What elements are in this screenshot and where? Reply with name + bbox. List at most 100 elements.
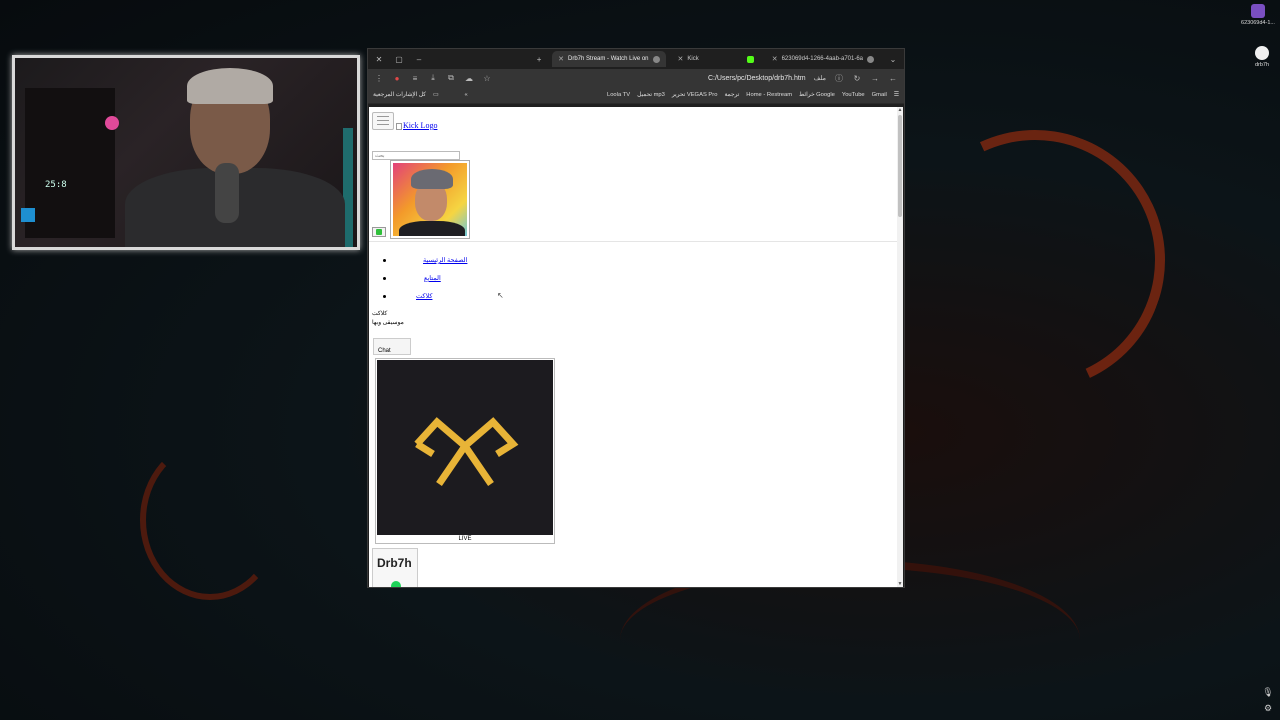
kick-logo-alt: Kick Logo — [403, 121, 438, 130]
tab-title: Kick — [687, 56, 699, 62]
avatar-hair — [411, 169, 453, 189]
streamer-name: Drb7h — [377, 556, 412, 570]
file-label: ملف — [813, 75, 826, 82]
download-icon[interactable]: ⤓ — [428, 73, 438, 83]
close-window-icon[interactable]: ✕ — [372, 55, 386, 64]
extension-icon[interactable]: ● — [392, 74, 402, 83]
search-input[interactable] — [372, 151, 460, 160]
avatar-image — [393, 163, 467, 236]
tab-download[interactable]: ✕ 623069d4-1266-4aab-a701-6a — [766, 51, 880, 67]
html-file-icon — [1255, 46, 1269, 60]
tab-bar: ✕ ▢ – + ✕ Drb7h Stream - Watch Live on ✕… — [368, 49, 904, 69]
section-subtitle: موسيقى وبها — [372, 320, 404, 326]
nav-link-clips[interactable]: كلاكت — [416, 292, 432, 300]
nav-item-clips: كلاكت — [369, 289, 569, 307]
nav-link-home[interactable]: الصفحة الرئيسية — [423, 256, 467, 264]
globe-icon — [652, 55, 660, 63]
bookmark-mp3[interactable]: تحميل mp3 — [637, 92, 665, 98]
tab-kick[interactable]: ✕ Kick — [672, 51, 760, 67]
bookmark-loola[interactable]: Loola TV — [607, 92, 630, 98]
stream-card[interactable]: LIVE — [375, 358, 555, 544]
divider — [369, 241, 897, 242]
back-icon[interactable]: ← — [888, 74, 898, 83]
blue-light — [21, 208, 35, 222]
desktop-icon-label: drb7h — [1254, 62, 1270, 68]
desktop-icon-drb7h[interactable]: drb7h — [1240, 46, 1280, 68]
kick-icon — [376, 229, 382, 235]
avatar-shirt — [399, 221, 465, 236]
nav-link-following[interactable]: المتابع — [424, 274, 441, 282]
stream-thumbnail — [377, 360, 553, 535]
kick-button[interactable] — [372, 227, 386, 237]
playlist-icon[interactable]: ≡ — [410, 74, 420, 83]
forward-icon[interactable]: → — [870, 74, 880, 83]
mouse-cursor-icon: ↖ — [497, 291, 504, 300]
online-status-dot — [391, 581, 401, 587]
browser-window: ✕ ▢ – + ✕ Drb7h Stream - Watch Live on ✕… — [367, 48, 905, 588]
close-tab-icon[interactable]: ✕ — [772, 55, 778, 63]
info-icon[interactable]: ⓘ — [834, 73, 844, 84]
tab-title: Drb7h Stream - Watch Live on — [568, 56, 649, 62]
section-title: كلاكت — [372, 311, 388, 317]
live-label: LIVE — [458, 536, 472, 542]
background-glow — [868, 93, 1202, 427]
background-glow — [140, 440, 280, 600]
kick-icon — [746, 55, 754, 63]
broken-image-icon — [396, 122, 402, 130]
page-scrollbar[interactable]: ▲ ▼ — [897, 107, 903, 587]
folder-icon: ▭ — [432, 92, 439, 98]
scrollbar-thumb[interactable] — [898, 115, 902, 217]
bookmark-youtube[interactable]: YouTube — [842, 92, 865, 98]
chat-button[interactable]: Chat — [373, 338, 411, 355]
bookmark-vegas[interactable]: تحرير VEGAS Pro — [672, 92, 718, 98]
background-shelf — [25, 88, 115, 238]
settings-icon[interactable]: ⚙ — [1262, 700, 1274, 716]
extensions-puzzle-icon[interactable]: ⧉ — [446, 73, 456, 83]
desk-clock: 25:8 — [45, 180, 67, 190]
webcam-overlay: 25:8 — [12, 55, 360, 250]
address-bar[interactable]: C:/Users/pc/Desktop/drb7h.htm — [500, 75, 806, 82]
close-tab-icon[interactable]: ✕ — [678, 55, 684, 63]
streamer-hair — [187, 68, 273, 104]
bookmark-restream[interactable]: Home - Restream — [746, 92, 792, 98]
page-viewport: Kick Logo الصفحة الرئيسية المتابع كلاكت … — [369, 107, 899, 587]
close-tab-icon[interactable]: ✕ — [558, 55, 564, 63]
system-tray: 🎙 ⚙ — [1262, 684, 1274, 716]
bookmark-maps[interactable]: خرائط Google — [799, 92, 835, 98]
tab-search-icon[interactable]: ⌄ — [886, 55, 900, 64]
tab-title: 623069d4-1266-4aab-a701-6a — [781, 56, 863, 62]
chevron-left-icon[interactable]: « — [464, 92, 467, 98]
nav-list: الصفحة الرئيسية المتابع كلاكت — [369, 253, 569, 307]
desktop-icon-label: 623069d4-1... — [1241, 20, 1275, 26]
all-bookmarks-icon[interactable]: ☰ — [894, 92, 899, 98]
chat-label: Chat — [378, 348, 391, 354]
tab-drb7h-stream[interactable]: ✕ Drb7h Stream - Watch Live on — [552, 51, 666, 67]
app-icon — [1251, 4, 1265, 18]
restore-window-icon[interactable]: ▢ — [392, 55, 406, 64]
pink-light — [105, 116, 119, 130]
bookmarks-bar: كل الإشارات المرجعية ▭ « Loola TV تحميل … — [368, 87, 904, 104]
bookmark-translate[interactable]: ترجمة — [724, 92, 739, 98]
channel-logo-icon — [414, 417, 519, 486]
nav-item-home: الصفحة الرئيسية — [369, 253, 569, 271]
scroll-up-icon[interactable]: ▲ — [897, 107, 903, 113]
bookmark-star-icon[interactable]: ☆ — [482, 74, 492, 83]
kick-logo-link[interactable]: Kick Logo — [396, 121, 437, 130]
desktop-icon-file[interactable]: 623069d4-1... — [1236, 4, 1280, 26]
hamburger-menu-button[interactable] — [372, 112, 394, 130]
microphone — [215, 163, 239, 223]
streamer-name-card[interactable]: Drb7h — [372, 548, 418, 587]
menu-dots-icon[interactable]: ⋮ — [374, 74, 384, 83]
microphone-icon[interactable]: 🎙 — [1262, 684, 1274, 700]
reload-icon[interactable]: ↻ — [852, 74, 862, 83]
toolbar: ⋮ ● ≡ ⤓ ⧉ ☁ ☆ C:/Users/pc/Desktop/drb7h.… — [368, 69, 904, 87]
streamer-avatar[interactable] — [390, 160, 470, 239]
globe-icon — [867, 55, 874, 63]
bookmark-gmail[interactable]: Gmail — [872, 92, 887, 98]
minimize-window-icon[interactable]: – — [412, 55, 426, 64]
new-tab-icon[interactable]: + — [532, 55, 546, 64]
nav-item-following: المتابع — [369, 271, 569, 289]
cloud-icon[interactable]: ☁ — [464, 74, 474, 83]
bookmark-all[interactable]: كل الإشارات المرجعية — [373, 92, 426, 98]
scroll-down-icon[interactable]: ▼ — [897, 581, 903, 587]
